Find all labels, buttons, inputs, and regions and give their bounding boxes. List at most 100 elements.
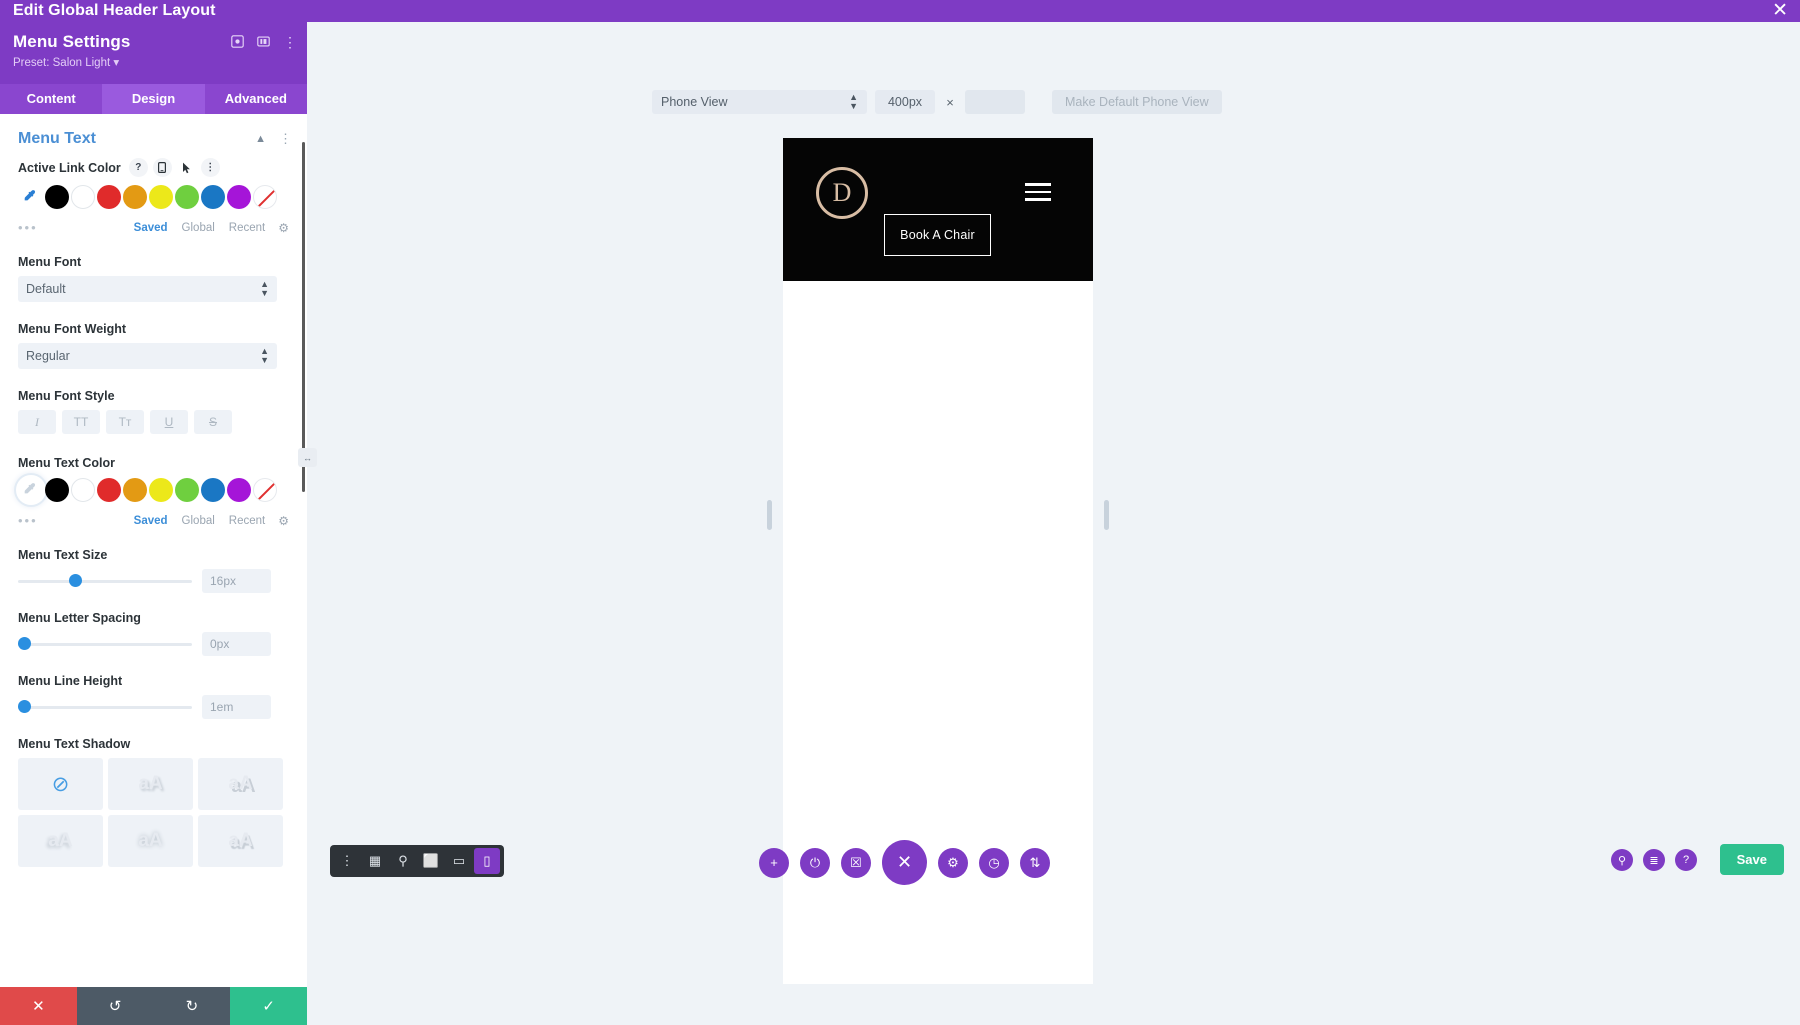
swatch-blue[interactable] [201,185,225,209]
more-colors-icon[interactable]: ••• [18,220,120,235]
tab-advanced[interactable]: Advanced [205,84,307,114]
view-mode-select[interactable]: Phone View ▲ ▼ [652,90,867,114]
slider-knob[interactable] [18,637,31,650]
undo-button[interactable]: ↺ [76,987,154,1025]
gear-icon[interactable]: ⚙ [278,221,289,235]
tab-recent-colors[interactable]: Recent [229,515,265,527]
viewport-height-input[interactable] [965,90,1025,114]
menu-text-size-input[interactable]: 16px [202,569,271,593]
close-builder-icon[interactable]: ✕ [882,840,927,885]
panel-preset-selector[interactable]: Preset: Salon Light ▾ [13,55,294,69]
swatch-yellow[interactable] [149,185,173,209]
text-shadow-3-tile[interactable]: aA [18,815,103,867]
gear-icon[interactable]: ⚙ [278,514,289,528]
tab-saved-colors[interactable]: Saved [134,515,168,527]
menu-font-weight-select[interactable]: Regular ▲ ▼ [18,343,277,369]
menu-line-height-slider[interactable] [18,695,192,719]
menu-line-height-input[interactable]: 1em [202,695,271,719]
power-icon[interactable]: ⏻ [800,847,830,878]
font-style-uppercase-button[interactable]: TT [62,410,100,434]
swatch-orange[interactable] [123,478,147,502]
tab-content[interactable]: Content [0,84,102,114]
portability-icon[interactable]: ⇅ [1020,847,1050,878]
more-vertical-icon[interactable]: ⋮ [279,131,293,147]
more-vertical-icon[interactable]: ⋮ [283,35,297,49]
swatch-white[interactable] [71,185,95,209]
phone-view-icon[interactable]: ▯ [474,848,500,874]
eyedropper-icon[interactable] [18,477,44,503]
font-style-capitalize-button[interactable]: Tᴛ [106,410,144,434]
tab-saved-colors[interactable]: Saved [134,222,168,234]
header-module-preview[interactable]: D Book A Chair [783,138,1093,281]
tablet-view-icon[interactable]: ▭ [446,848,472,874]
font-style-underline-button[interactable]: U [150,410,188,434]
text-shadow-1-tile[interactable]: aA [108,758,193,810]
swatch-green[interactable] [175,185,199,209]
swatch-black[interactable] [45,478,69,502]
swatch-yellow[interactable] [149,478,173,502]
save-changes-button[interactable]: ✓ [230,987,307,1025]
responsive-phone-icon[interactable] [152,158,172,177]
swatch-white[interactable] [71,478,95,502]
slider-knob[interactable] [18,700,31,713]
swatch-blue[interactable] [201,478,225,502]
viewport-resize-handle-right[interactable] [1104,500,1109,530]
redo-button[interactable]: ↻ [153,987,231,1025]
swatch-transparent[interactable] [253,185,277,209]
menu-text-size-slider[interactable] [18,569,192,593]
close-icon[interactable]: ✕ [1772,1,1788,21]
panel-scrollbar[interactable] [302,142,305,492]
swatch-black[interactable] [45,185,69,209]
viewport-width-input[interactable]: 400px [875,90,935,114]
panel-resize-handle[interactable]: ↔ [298,448,317,467]
desktop-view-icon[interactable]: ⬜ [418,848,444,874]
swatch-transparent[interactable] [253,478,277,502]
text-shadow-none-tile[interactable]: ⊘ [18,758,103,810]
menu-letter-spacing-input[interactable]: 0px [202,632,271,656]
swatch-purple[interactable] [227,478,251,502]
hover-cursor-icon[interactable] [177,158,196,177]
zoom-out-icon[interactable]: ⚲ [390,848,416,874]
swatch-orange[interactable] [123,185,147,209]
menu-letter-spacing-slider[interactable] [18,632,192,656]
tab-recent-colors[interactable]: Recent [229,222,265,234]
swatch-red[interactable] [97,185,121,209]
history-icon[interactable]: ◷ [979,847,1009,878]
help-icon[interactable]: ? [1675,849,1697,871]
tab-global-colors[interactable]: Global [182,222,215,234]
text-shadow-4-tile[interactable]: aA [108,815,193,867]
text-shadow-5-tile[interactable]: aA [198,815,283,867]
tab-global-colors[interactable]: Global [182,515,215,527]
trash-icon[interactable]: ☒ [841,847,871,878]
font-style-strikethrough-button[interactable]: S [194,410,232,434]
site-logo[interactable]: D [816,167,868,219]
make-default-phone-view-button[interactable]: Make Default Phone View [1052,90,1222,114]
layers-icon[interactable]: ≣ [1643,849,1665,871]
help-icon[interactable]: ? [128,158,148,177]
eyedropper-icon[interactable] [18,184,44,210]
discard-changes-button[interactable]: ✕ [0,987,77,1025]
target-icon[interactable] [231,35,244,48]
hamburger-icon[interactable] [1025,183,1051,201]
book-a-chair-button[interactable]: Book A Chair [884,214,991,256]
tab-design[interactable]: Design [102,84,205,114]
more-colors-icon[interactable]: ••• [18,513,120,528]
wireframe-icon[interactable]: ▦ [362,848,388,874]
save-button[interactable]: Save [1719,844,1784,875]
slider-knob[interactable] [69,574,82,587]
field-menu-font-weight: Menu Font Weight Regular ▲ ▼ [0,322,307,369]
font-style-italic-button[interactable]: I [18,410,56,434]
layout-columns-icon[interactable] [257,35,270,48]
menu-font-select[interactable]: Default ▲ ▼ [18,276,277,302]
search-icon[interactable]: ⚲ [1611,849,1633,871]
viewport-resize-handle-left[interactable] [767,500,772,530]
swatch-red[interactable] [97,478,121,502]
add-icon[interactable]: + [759,847,789,878]
settings-icon[interactable]: ⚙ [938,847,968,878]
text-shadow-2-tile[interactable]: aA [198,758,283,810]
chevron-up-icon[interactable]: ▲ [255,133,266,145]
more-vertical-icon[interactable]: ⋮ [334,848,360,874]
more-vertical-icon[interactable]: ⋮ [200,158,220,177]
swatch-purple[interactable] [227,185,251,209]
swatch-green[interactable] [175,478,199,502]
